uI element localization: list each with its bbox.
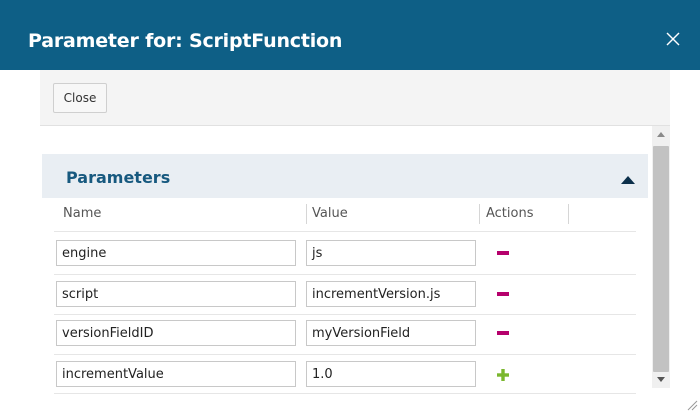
remove-icon[interactable] — [497, 251, 509, 255]
parameters-panel-header[interactable]: Parameters — [42, 154, 648, 198]
row-divider — [54, 231, 636, 232]
parameter-name-input[interactable]: engine — [56, 240, 296, 266]
scrollbar-thumb[interactable] — [653, 146, 669, 372]
row-divider — [54, 354, 636, 355]
column-divider — [568, 204, 569, 224]
parameter-value-input[interactable]: js — [306, 240, 476, 266]
dialog-titlebar: Parameter for: ScriptFunction — [0, 0, 700, 70]
dialog-title: Parameter for: ScriptFunction — [28, 30, 343, 52]
row-divider — [54, 314, 636, 315]
close-icon[interactable] — [663, 29, 683, 49]
scroll-up-arrow-icon[interactable] — [652, 126, 670, 144]
resize-grip-icon[interactable] — [686, 398, 698, 411]
scroll-down-arrow-icon[interactable] — [652, 370, 670, 388]
dialog-content: Parameters Name Value Actions engine js … — [40, 126, 652, 396]
dialog-toolbar: Close — [40, 70, 670, 126]
collapse-arrow-icon[interactable] — [620, 172, 636, 184]
parameter-name-input[interactable]: incrementValue — [56, 361, 296, 387]
column-header-name: Name — [63, 206, 102, 221]
parameter-value-input[interactable]: 1.0 — [306, 361, 476, 387]
parameter-name-input[interactable]: versionFieldID — [56, 320, 296, 346]
remove-icon[interactable] — [497, 292, 509, 296]
row-divider — [54, 393, 636, 394]
parameter-name-input[interactable]: script — [56, 281, 296, 307]
column-header-value: Value — [312, 206, 348, 221]
parameter-dialog: Parameter for: ScriptFunction Close Para… — [0, 0, 700, 412]
row-divider — [54, 274, 636, 275]
column-header-actions: Actions — [486, 206, 534, 221]
parameter-value-input[interactable]: myVersionField — [306, 320, 476, 346]
vertical-scrollbar[interactable] — [652, 126, 670, 388]
close-button[interactable]: Close — [53, 83, 107, 113]
add-icon[interactable] — [497, 368, 509, 381]
parameter-value-input[interactable]: incrementVersion.js — [306, 281, 476, 307]
column-divider — [479, 204, 480, 224]
panel-title: Parameters — [66, 168, 171, 187]
column-divider — [306, 204, 307, 224]
remove-icon[interactable] — [497, 331, 509, 335]
